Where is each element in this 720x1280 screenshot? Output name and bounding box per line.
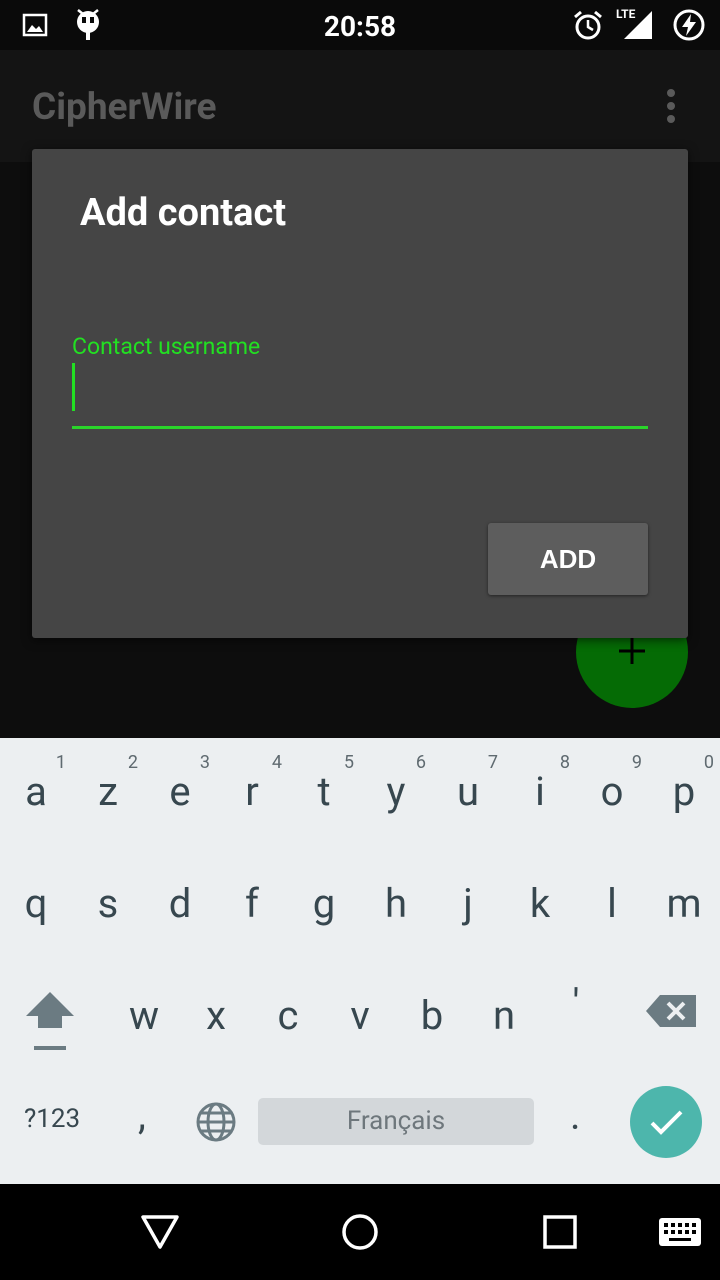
app-title: CipherWire xyxy=(32,86,217,129)
contact-username-label: Contact username xyxy=(72,333,261,360)
keyboard-switch-icon[interactable] xyxy=(656,1214,704,1250)
key-label: z xyxy=(98,768,118,815)
key-label: q xyxy=(24,880,48,927)
key-label: n xyxy=(492,992,516,1039)
key-label: r xyxy=(245,768,259,815)
contact-username-input[interactable] xyxy=(72,361,648,429)
key-v[interactable]: v xyxy=(324,962,396,1072)
navigation-bar xyxy=(0,1184,720,1280)
key-h[interactable]: h xyxy=(360,850,432,960)
app-bar: CipherWire xyxy=(0,50,720,162)
key-label: j xyxy=(463,880,473,927)
recents-icon[interactable] xyxy=(538,1210,582,1254)
key-apostrophe[interactable]: ' xyxy=(540,962,612,1072)
key-label: h xyxy=(384,880,408,927)
key-label: i xyxy=(535,768,545,815)
add-contact-dialog: Add contact Contact username ADD xyxy=(32,149,688,638)
key-label: w xyxy=(128,992,160,1039)
key-label: k xyxy=(529,880,551,927)
checkmark-icon xyxy=(650,1110,683,1135)
key-label: p xyxy=(672,768,696,815)
globe-icon[interactable] xyxy=(194,1100,238,1144)
key-q[interactable]: q xyxy=(0,850,72,960)
key-label: t xyxy=(317,768,331,815)
key-label: e xyxy=(169,768,191,815)
soft-keyboard: 1a 2z 3e 4r 5t 6y 7u 8i 9o 0p q s d f g … xyxy=(0,738,720,1184)
key-label: v xyxy=(350,992,370,1039)
key-label: l xyxy=(607,880,617,927)
key-k[interactable]: k xyxy=(504,850,576,960)
shift-key[interactable] xyxy=(14,962,86,1072)
lte-signal-icon: LTE xyxy=(616,7,656,41)
add-button[interactable]: ADD xyxy=(488,523,648,595)
key-label: c xyxy=(277,992,299,1039)
key-d[interactable]: d xyxy=(144,850,216,960)
dialog-title: Add contact xyxy=(80,191,287,235)
key-m[interactable]: m xyxy=(648,850,720,960)
key-t[interactable]: 5t xyxy=(288,738,360,848)
key-f[interactable]: f xyxy=(216,850,288,960)
key-g[interactable]: g xyxy=(288,850,360,960)
key-c[interactable]: c xyxy=(252,962,324,1072)
key-l[interactable]: l xyxy=(576,850,648,960)
comma-key[interactable]: , xyxy=(138,1092,146,1139)
period-key[interactable]: . xyxy=(570,1092,581,1139)
backspace-key[interactable] xyxy=(634,962,706,1072)
key-label: m xyxy=(666,880,702,927)
enter-key[interactable] xyxy=(630,1086,702,1158)
key-label: g xyxy=(312,880,336,927)
key-r[interactable]: 4r xyxy=(216,738,288,848)
more-vert-icon[interactable] xyxy=(656,88,686,124)
spacebar[interactable]: Français xyxy=(258,1098,534,1145)
key-label: o xyxy=(600,768,624,815)
key-label: a xyxy=(25,768,47,815)
key-b[interactable]: b xyxy=(396,962,468,1072)
key-x[interactable]: x xyxy=(180,962,252,1072)
back-icon[interactable] xyxy=(138,1210,182,1254)
key-n[interactable]: n xyxy=(468,962,540,1072)
key-y[interactable]: 6y xyxy=(360,738,432,848)
key-i[interactable]: 8i xyxy=(504,738,576,848)
key-u[interactable]: 7u xyxy=(432,738,504,848)
alarm-icon xyxy=(574,10,602,40)
symbols-key[interactable]: ?123 xyxy=(24,1104,80,1134)
backspace-icon xyxy=(646,995,696,1027)
key-w[interactable]: w xyxy=(108,962,180,1072)
key-j[interactable]: j xyxy=(432,850,504,960)
text-cursor xyxy=(72,363,75,411)
key-a[interactable]: 1a xyxy=(0,738,72,848)
home-icon[interactable] xyxy=(338,1210,382,1254)
status-bar: 20:58 LTE xyxy=(0,0,720,50)
key-p[interactable]: 0p xyxy=(648,738,720,848)
key-s[interactable]: s xyxy=(72,850,144,960)
network-type-label: LTE xyxy=(616,7,636,21)
battery-charging-icon xyxy=(673,9,705,41)
shift-icon xyxy=(26,992,74,1050)
key-label: b xyxy=(420,992,444,1039)
key-o[interactable]: 9o xyxy=(576,738,648,848)
key-e[interactable]: 3e xyxy=(144,738,216,848)
key-label: f xyxy=(245,880,259,927)
key-label: x xyxy=(206,992,226,1039)
key-label: u xyxy=(456,768,480,815)
key-label: y xyxy=(386,768,406,815)
key-label: d xyxy=(168,880,192,927)
key-z[interactable]: 2z xyxy=(72,738,144,848)
key-label: s xyxy=(97,880,119,927)
key-label: ' xyxy=(572,980,580,1027)
